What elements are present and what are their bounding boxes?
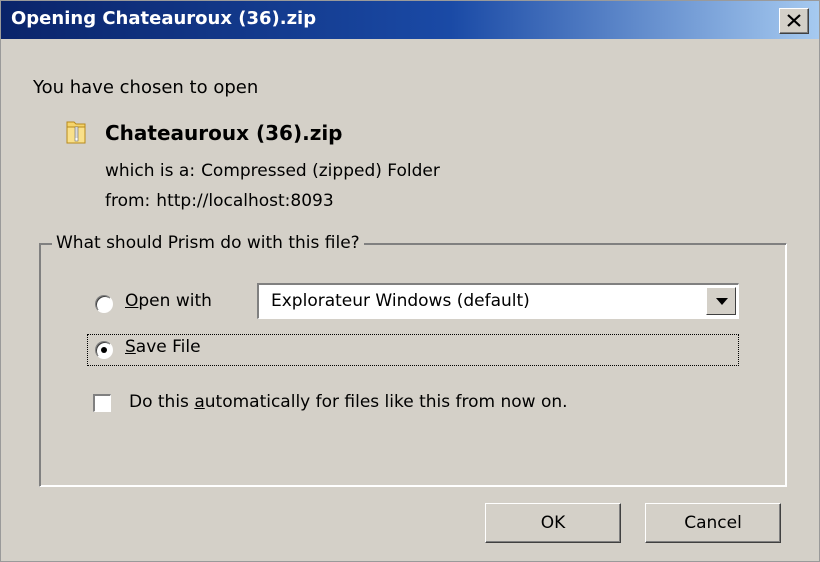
file-type-value: Compressed (zipped) Folder: [201, 161, 440, 181]
chevron-down-icon: [716, 298, 728, 305]
zip-folder-icon: [66, 121, 86, 144]
save-file-label-rest: ave File: [135, 337, 201, 357]
file-type-row: which is a: Compressed (zipped) Folder: [105, 161, 440, 181]
auto-action-checkbox[interactable]: [93, 394, 111, 412]
title-bar[interactable]: Opening Chateauroux (36).zip: [1, 1, 819, 39]
open-with-radio[interactable]: [95, 295, 113, 313]
intro-text: You have chosen to open: [33, 77, 259, 98]
dialog-title: Opening Chateauroux (36).zip: [11, 8, 317, 29]
file-source-value: http://localhost:8093: [156, 191, 334, 211]
open-with-label-rest: pen with: [138, 291, 212, 311]
file-source-label: from:: [105, 191, 151, 211]
open-with-accelerator: O: [125, 291, 139, 311]
file-type-label: which is a:: [105, 161, 196, 181]
auto-label-after: utomatically for files like this from no…: [204, 392, 568, 412]
open-with-app-value: Explorateur Windows (default): [271, 291, 530, 311]
save-file-accelerator: S: [125, 337, 136, 357]
save-file-label[interactable]: Save File: [125, 337, 201, 357]
select-dropdown-button[interactable]: [706, 287, 736, 315]
open-with-app-select[interactable]: Explorateur Windows (default): [257, 283, 739, 319]
cancel-button[interactable]: Cancel: [645, 503, 781, 543]
open-with-label[interactable]: Open with: [125, 291, 212, 311]
close-button[interactable]: [779, 8, 809, 34]
file-source-row: from: http://localhost:8093: [105, 191, 334, 211]
ok-button[interactable]: OK: [485, 503, 621, 543]
auto-action-label[interactable]: Do this automatically for files like thi…: [129, 392, 568, 412]
download-dialog: Opening Chateauroux (36).zip You have ch…: [0, 0, 820, 562]
file-name: Chateauroux (36).zip: [105, 121, 343, 145]
auto-label-before: Do this: [129, 392, 195, 412]
auto-label-accelerator: a: [194, 392, 205, 412]
close-x-icon: [787, 14, 801, 27]
action-group-legend: What should Prism do with this file?: [52, 233, 364, 253]
